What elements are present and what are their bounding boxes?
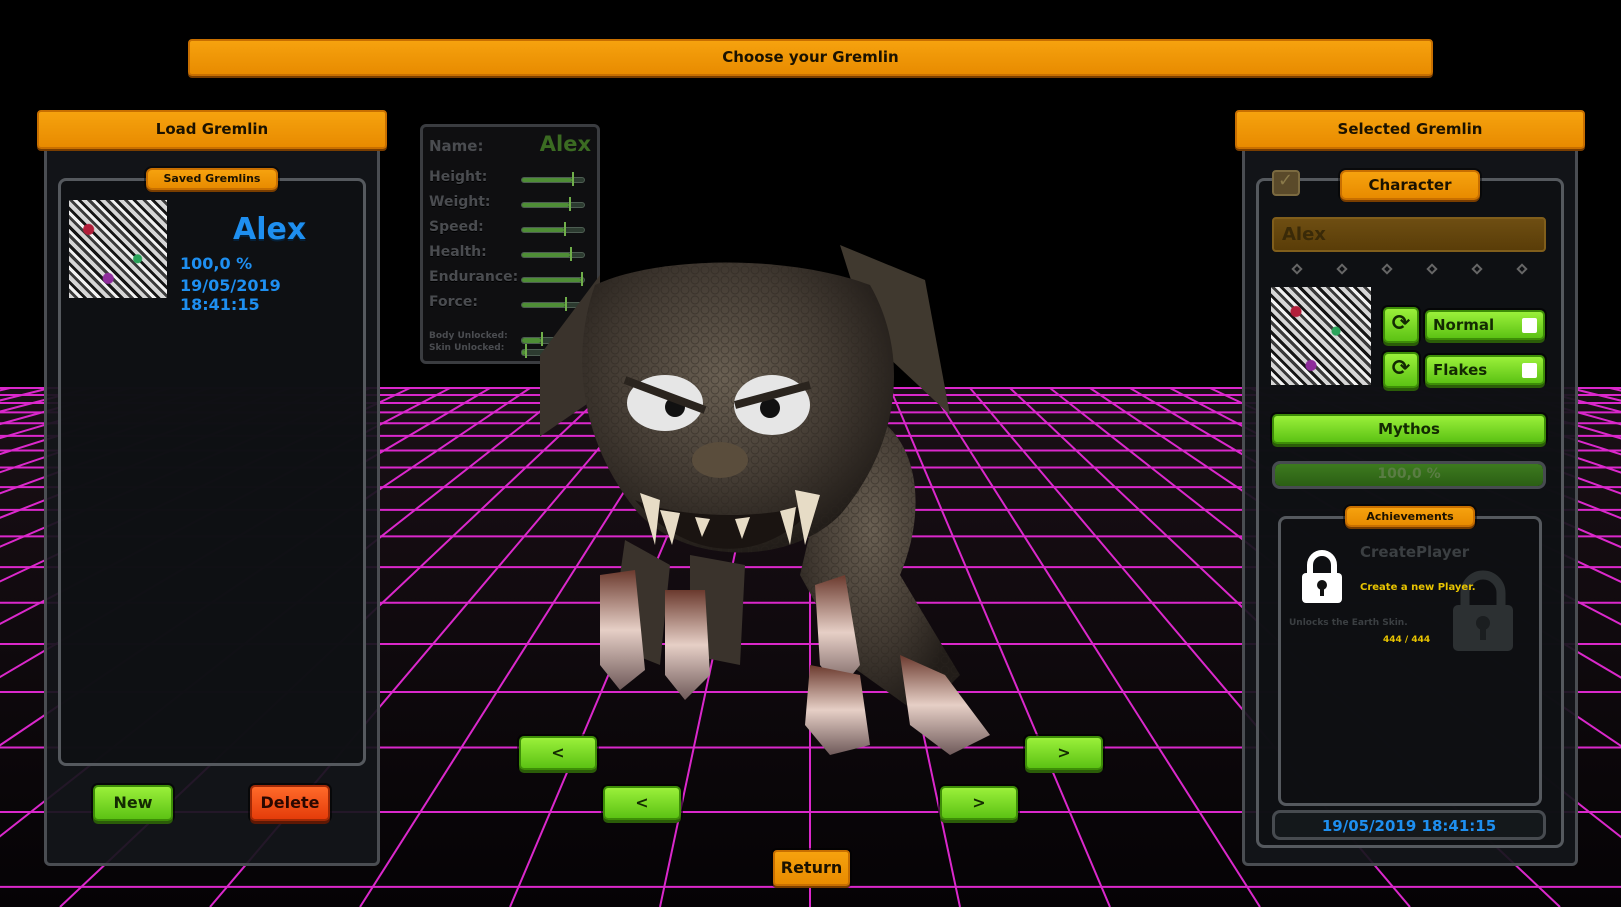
stat-slider-fill [522, 228, 565, 232]
saved-gremlins-label: Saved Gremlins [146, 168, 278, 190]
achievement-item[interactable]: CreatePlayer Create a new Player. Unlock… [1288, 535, 1538, 665]
body-option-field[interactable]: Normal [1425, 310, 1545, 340]
delete-button[interactable]: Delete [250, 785, 330, 821]
stat-label: Endurance: [429, 269, 519, 285]
selected-gremlin-header: Selected Gremlin [1235, 110, 1585, 149]
skin-option-checkbox[interactable] [1522, 363, 1537, 378]
stat-slider [521, 172, 585, 186]
page-title: Choose your Gremlin [722, 48, 899, 66]
stat-slider-handle [564, 222, 567, 236]
refresh-icon: ⟳ [1391, 311, 1411, 336]
return-button[interactable]: Return [773, 850, 850, 886]
stat-label: Speed: [429, 219, 484, 235]
achievement-count: 444 / 444 [1383, 635, 1431, 645]
load-gremlin-title: Load Gremlin [155, 120, 269, 138]
stats-name-label: Name: [429, 137, 484, 155]
lower-next-button[interactable]: > [940, 786, 1018, 820]
progress-text: 100,0 % [1377, 466, 1441, 482]
name-input-value: Alex [1282, 224, 1326, 245]
saved-gremlin-percent: 100,0 % [180, 254, 253, 273]
selected-thumbnail [1271, 287, 1371, 385]
body-unlocked-fill [522, 338, 541, 343]
body-option-label: Normal [1433, 316, 1495, 334]
saved-gremlin-item[interactable]: Alex 100,0 % 19/05/2019 18:41:15 [68, 198, 358, 314]
achievement-reward: Unlocks the Earth Skin. [1289, 618, 1408, 628]
skin-unlocked-handle [525, 344, 528, 358]
refresh-icon: ⟳ [1391, 356, 1411, 381]
skin-unlocked-label: Skin Unlocked: [429, 343, 505, 353]
new-button[interactable]: New [93, 785, 173, 821]
gremlin-thumbnail [69, 200, 167, 298]
name-input[interactable]: Alex [1272, 217, 1546, 252]
achievements-label-text: Achievements [1366, 510, 1454, 523]
stat-label: Force: [429, 294, 478, 310]
stat-slider-fill [522, 203, 569, 207]
stat-slider-fill [522, 178, 572, 182]
randomize-skin-button[interactable]: ⟳ [1383, 352, 1419, 388]
check-icon: ✓ [1278, 170, 1294, 191]
saved-gremlin-date: 19/05/2019 18:41:15 [180, 276, 281, 314]
stat-slider-handle [571, 172, 574, 186]
lower-prev-button[interactable]: < [603, 786, 681, 820]
stat-slider [521, 222, 585, 236]
saved-gremlin-name: Alex [233, 212, 307, 247]
achievement-description: Create a new Player. [1360, 582, 1476, 593]
body-option-checkbox[interactable] [1522, 318, 1537, 333]
stat-label: Health: [429, 244, 487, 260]
upper-prev-button[interactable]: < [519, 736, 597, 770]
stats-name-value: Alex [539, 132, 591, 156]
stat-label: Weight: [429, 194, 491, 210]
body-unlocked-label: Body Unlocked: [429, 331, 508, 341]
type-button[interactable]: Mythos [1272, 414, 1546, 444]
stat-slider-handle [568, 197, 571, 211]
date-field: 19/05/2019 18:41:15 [1272, 810, 1546, 840]
stat-slider [521, 197, 585, 211]
load-gremlin-header: Load Gremlin [37, 110, 387, 149]
upper-next-button[interactable]: > [1025, 736, 1103, 770]
achievement-title: CreatePlayer [1360, 543, 1470, 561]
selected-gremlin-title: Selected Gremlin [1337, 120, 1483, 138]
edit-checkbox[interactable]: ✓ [1272, 170, 1300, 196]
skin-option-field[interactable]: Flakes [1425, 355, 1545, 385]
skin-option-label: Flakes [1433, 361, 1488, 379]
saved-gremlins-label-text: Saved Gremlins [163, 172, 261, 185]
gremlin-model[interactable] [540, 245, 1010, 765]
stat-label: Height: [429, 169, 488, 185]
progress-bar: 100,0 % [1272, 461, 1546, 489]
lock-icon [1302, 550, 1342, 603]
randomize-body-button[interactable]: ⟳ [1383, 307, 1419, 343]
character-tab-label: Character [1368, 176, 1452, 194]
selected-date: 19/05/2019 18:41:15 [1321, 817, 1497, 835]
title-bar: Choose your Gremlin [188, 39, 1433, 76]
achievements-label: Achievements [1345, 506, 1475, 527]
character-tab: Character [1340, 170, 1480, 200]
